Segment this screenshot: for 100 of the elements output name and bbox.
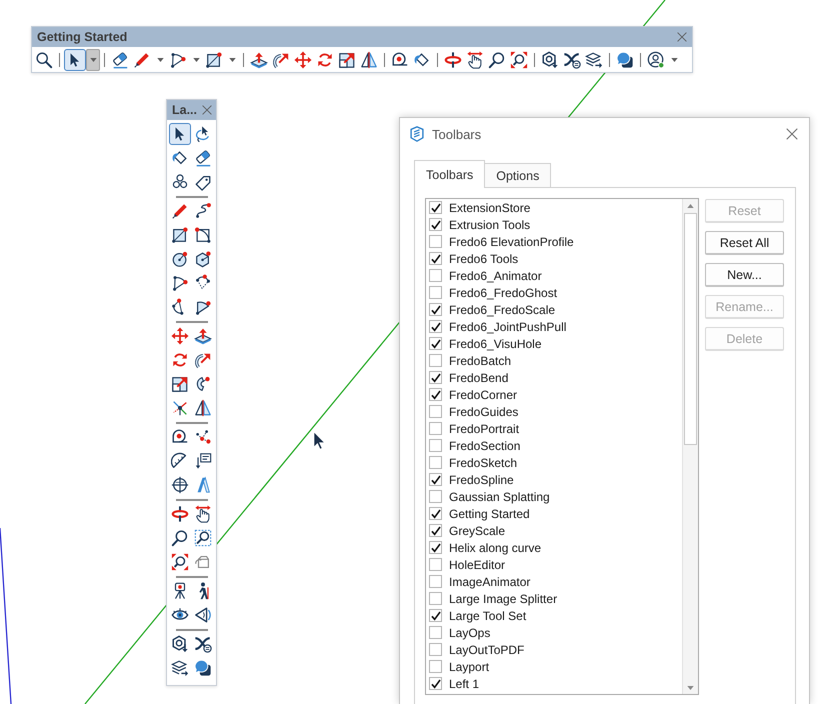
checkbox[interactable] <box>429 320 442 333</box>
checkbox[interactable] <box>429 592 442 605</box>
list-item-label[interactable]: Fredo6_Animator <box>449 268 542 282</box>
checkbox[interactable] <box>429 541 442 554</box>
rotate-arrows-icon <box>316 50 334 68</box>
list-item-label[interactable]: Large Image Splitter <box>449 592 558 606</box>
list-item-label[interactable]: Large Tool Set <box>449 608 526 622</box>
checkbox[interactable] <box>429 609 442 622</box>
list-item-label[interactable]: Helix along curve <box>449 540 542 554</box>
close-button[interactable] <box>786 128 798 140</box>
checkbox[interactable] <box>429 677 442 690</box>
close-button[interactable] <box>202 105 212 115</box>
zoom-extents-icon <box>170 553 188 571</box>
list-item-label[interactable]: Fredo6_VisuHole <box>449 336 542 350</box>
checkbox[interactable] <box>429 303 442 316</box>
checkbox[interactable] <box>429 286 442 299</box>
scrollbar[interactable] <box>682 199 698 694</box>
scroll-thumb[interactable] <box>684 213 697 445</box>
checkbox[interactable] <box>429 524 442 537</box>
list-item-label[interactable]: ImageAnimator <box>449 574 530 588</box>
checkbox[interactable] <box>429 643 442 656</box>
checkbox[interactable] <box>429 626 442 639</box>
checkbox[interactable] <box>429 660 442 673</box>
hexagon-icon <box>194 250 212 268</box>
checkbox[interactable] <box>429 269 442 282</box>
zoom-extents-icon <box>510 50 528 68</box>
checkbox[interactable] <box>429 337 442 350</box>
list-item-label[interactable]: FredoBend <box>449 370 508 384</box>
list-item-label[interactable]: FredoPortrait <box>449 422 520 436</box>
dropdown-button[interactable] <box>86 48 100 70</box>
connected-dots-icon <box>194 428 212 446</box>
box-up-arrow-icon <box>194 327 212 345</box>
list-item-label[interactable]: Fredo6_JointPushPull <box>449 320 566 334</box>
mirror-triangle-icon <box>360 50 378 68</box>
crossing-arrows-icon <box>563 50 581 68</box>
checkbox[interactable] <box>429 575 442 588</box>
tab[interactable]: Options <box>484 163 552 187</box>
zoom-icon <box>488 50 506 68</box>
reset-all-button[interactable]: Reset All <box>705 231 784 255</box>
title-bar[interactable]: Getting Started <box>32 27 692 47</box>
tab[interactable]: Toolbars <box>414 160 486 188</box>
list-item-label[interactable]: Fredo6 ElevationProfile <box>449 234 574 248</box>
checkbox[interactable] <box>429 422 442 435</box>
list-item-label[interactable]: GreyScale <box>449 524 506 538</box>
caret-down-icon <box>192 58 200 62</box>
tool-button[interactable] <box>64 48 86 70</box>
list-item-label[interactable]: LayOutToPDF <box>449 642 524 656</box>
list-item-label[interactable]: HoleEditor <box>449 558 506 572</box>
checkbox[interactable] <box>429 252 442 265</box>
list-item-label[interactable]: LayOps <box>449 626 490 640</box>
checkbox[interactable] <box>429 371 442 384</box>
checkmark-icon <box>430 610 440 620</box>
checkmark-icon <box>430 678 440 688</box>
crosshair-icon <box>170 476 188 494</box>
checkbox[interactable] <box>429 456 442 469</box>
checkbox[interactable] <box>429 405 442 418</box>
list-item-label[interactable]: Fredo6 Tools <box>449 252 518 266</box>
list-item-label[interactable]: FredoCorner <box>449 388 518 402</box>
crossing-arrows-icon <box>194 635 212 653</box>
list-item-label[interactable]: FredoSpline <box>449 472 514 486</box>
three-circles-icon <box>170 173 188 191</box>
checkbox[interactable] <box>429 473 442 486</box>
new-button[interactable]: New... <box>705 263 784 287</box>
list-item-label[interactable]: Gaussian Splatting <box>449 490 550 504</box>
checkbox[interactable] <box>429 490 442 503</box>
checkbox[interactable] <box>429 439 442 452</box>
list-item-label[interactable]: FredoSection <box>449 438 520 452</box>
hand-icon <box>194 505 212 523</box>
square-arc-icon <box>194 226 212 244</box>
checkbox[interactable] <box>429 388 442 401</box>
caret-down-icon <box>228 58 236 62</box>
cursor-icon <box>314 431 326 450</box>
tool-button[interactable] <box>168 123 190 145</box>
close-button[interactable] <box>677 32 687 42</box>
list-item-label[interactable]: ExtensionStore <box>449 200 530 214</box>
list-item-label[interactable]: FredoBatch <box>449 354 512 368</box>
pencil-icon <box>170 202 188 220</box>
list-item-label[interactable]: Fredo6_FredoGhost <box>449 286 558 300</box>
checkbox[interactable] <box>429 354 442 367</box>
dialog-title: Toolbars <box>432 126 482 142</box>
note-arrow-icon <box>194 452 212 470</box>
orbit-icon <box>170 505 188 523</box>
list-item-label[interactable]: Fredo6_FredoScale <box>449 302 556 316</box>
list-item-label[interactable]: Layport <box>449 660 490 674</box>
list-item-label[interactable]: Getting Started <box>449 506 530 520</box>
move-arrows-icon <box>170 327 188 345</box>
checkbox[interactable] <box>429 218 442 231</box>
checkbox[interactable] <box>429 558 442 571</box>
tape-measure-icon <box>391 50 409 68</box>
list-item-label[interactable]: FredoGuides <box>449 404 518 418</box>
title-bar[interactable]: La... <box>167 100 216 120</box>
list-item-label[interactable]: Left 1 <box>449 676 480 690</box>
checkbox[interactable] <box>429 507 442 520</box>
list-item-label[interactable]: FredoSketch <box>449 456 518 470</box>
triangle-arc-icon <box>194 606 212 624</box>
user-profile-icon <box>647 50 665 68</box>
checkbox[interactable] <box>429 235 442 248</box>
toolbar-title: La... <box>172 103 198 117</box>
list-item-label[interactable]: Extrusion Tools <box>449 218 530 232</box>
checkbox[interactable] <box>429 201 442 214</box>
